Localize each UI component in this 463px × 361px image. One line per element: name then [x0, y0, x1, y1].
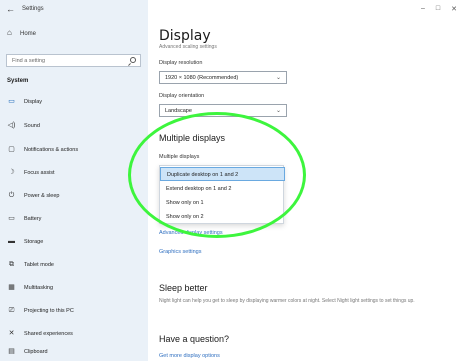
window-controls: – □ ✕: [421, 5, 457, 13]
maximize-icon[interactable]: □: [436, 5, 440, 13]
sidebar-item-multitasking[interactable]: ▦ Multitasking: [0, 280, 148, 296]
get-help-link[interactable]: Get more display options: [159, 353, 220, 359]
home-label: Home: [20, 31, 37, 37]
sidebar-item-label: Sound: [24, 123, 40, 129]
title-bar: ← Settings: [0, 0, 148, 20]
sidebar-item-battery[interactable]: ▭ Battery: [0, 211, 148, 227]
back-arrow-icon[interactable]: ←: [6, 4, 15, 14]
projector-icon: ⎚: [8, 307, 15, 314]
shared-icon: ✕: [8, 330, 15, 337]
sidebar-item-sound[interactable]: ◁) Sound: [0, 118, 148, 134]
orientation-value: Landscape: [165, 108, 192, 114]
advanced-scaling-link[interactable]: Advanced scaling settings: [159, 44, 217, 50]
chevron-down-icon: ⌄: [275, 75, 281, 81]
sidebar-item-tablet-mode[interactable]: ⧉ Tablet mode: [0, 257, 148, 273]
sidebar-item-label: Notifications & actions: [24, 147, 79, 153]
section-label-system: System: [7, 78, 29, 84]
sidebar-item-storage[interactable]: ▬ Storage: [0, 234, 148, 250]
have-a-question-heading: Have a question?: [159, 334, 230, 344]
storage-icon: ▬: [8, 238, 15, 245]
sidebar-item-label: Power & sleep: [24, 193, 60, 199]
power-icon: ⏻: [8, 192, 15, 199]
orientation-label: Display orientation: [159, 93, 205, 99]
sidebar-item-projecting[interactable]: ⎚ Projecting to this PC: [0, 303, 148, 319]
resolution-value: 1920 × 1080 (Recommended): [165, 75, 239, 81]
sidebar-item-label: Clipboard: [24, 349, 48, 355]
sidebar-item-label: Projecting to this PC: [24, 308, 74, 314]
home-nav-item[interactable]: ⌂ Home: [0, 27, 148, 41]
night-light-description: Night light can help you get to sleep by…: [159, 298, 415, 304]
sidebar-item-label: Tablet mode: [24, 262, 54, 268]
sidebar-item-focus-assist[interactable]: ☽ Focus assist: [0, 165, 148, 181]
search-placeholder: Find a setting: [12, 58, 46, 64]
page-title: Display: [159, 28, 211, 44]
clipboard-icon: ▤: [8, 348, 15, 355]
search-input[interactable]: Find a setting: [6, 54, 141, 67]
sidebar-item-clipboard[interactable]: ▤ Clipboard: [0, 344, 148, 360]
monitor-icon: ▭: [8, 98, 15, 105]
sidebar-item-label: Multitasking: [24, 285, 54, 291]
highlight-ellipse: [128, 112, 306, 238]
tablet-icon: ⧉: [9, 261, 14, 268]
sidebar-item-label: Shared experiences: [24, 331, 73, 337]
chevron-down-icon: ⌄: [275, 108, 281, 114]
close-icon[interactable]: ✕: [451, 5, 457, 13]
sidebar-item-display[interactable]: ▭ Display: [0, 94, 148, 110]
resolution-dropdown[interactable]: 1920 × 1080 (Recommended) ⌄: [159, 71, 287, 84]
sidebar-item-label: Focus assist: [24, 170, 55, 176]
settings-sidebar: ← Settings ⌂ Home Find a setting System …: [0, 0, 148, 361]
search-icon: [130, 57, 136, 63]
sidebar-item-label: Storage: [24, 239, 44, 245]
battery-icon: ▭: [8, 215, 15, 222]
sidebar-item-shared-experiences[interactable]: ✕ Shared experiences: [0, 326, 148, 342]
minimize-icon[interactable]: –: [421, 5, 425, 13]
sidebar-item-power[interactable]: ⏻ Power & sleep: [0, 188, 148, 204]
notification-icon: ▢: [8, 146, 15, 153]
home-icon: ⌂: [7, 28, 12, 37]
sidebar-item-label: Battery: [24, 216, 42, 222]
moon-icon: ☽: [8, 169, 15, 176]
multitasking-icon: ▦: [8, 284, 15, 291]
app-title: Settings: [22, 6, 44, 12]
sidebar-item-label: Display: [24, 99, 43, 105]
graphics-settings-link[interactable]: Graphics settings: [159, 249, 202, 255]
sidebar-item-notifications[interactable]: ▢ Notifications & actions: [0, 142, 148, 158]
resolution-label: Display resolution: [159, 60, 203, 66]
sleep-better-heading: Sleep better: [159, 283, 208, 293]
speaker-icon: ◁): [7, 122, 16, 129]
